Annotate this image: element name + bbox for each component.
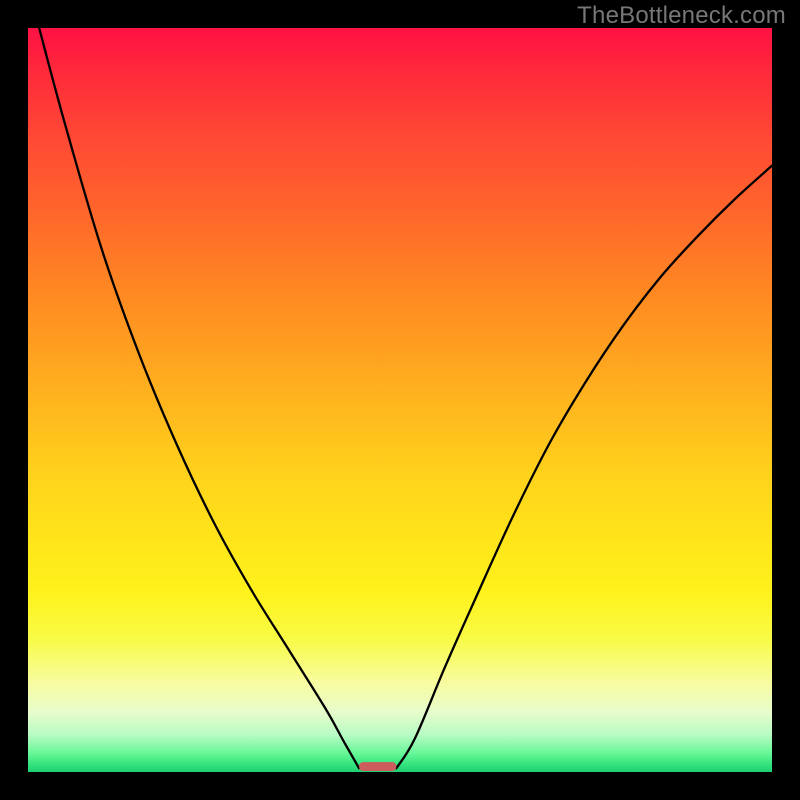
plot-area	[28, 28, 772, 772]
curve-svg	[28, 28, 772, 772]
target-marker	[359, 762, 396, 771]
watermark-text: TheBottleneck.com	[577, 2, 786, 30]
bottleneck-curve-right	[396, 166, 772, 769]
bottleneck-curve-left	[39, 28, 359, 768]
chart-frame: TheBottleneck.com	[0, 0, 800, 800]
